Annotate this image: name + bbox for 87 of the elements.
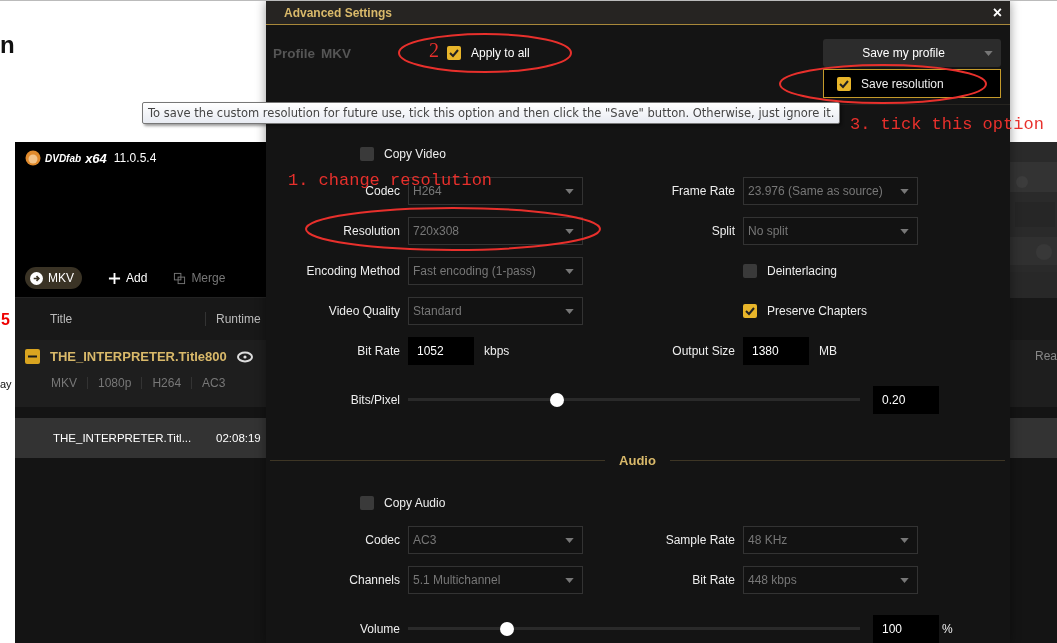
caret-icon — [565, 228, 574, 234]
field-label: Frame Rate — [670, 184, 735, 198]
input-field[interactable]: 1380 — [743, 337, 809, 365]
checkbox[interactable] — [447, 46, 461, 60]
field-label: Video Quality — [327, 304, 400, 318]
format-tag: AC3 — [202, 376, 226, 390]
field-label: Codec — [364, 533, 400, 547]
unit-label: % — [942, 622, 954, 636]
checkbox[interactable] — [360, 147, 374, 161]
checkbox[interactable] — [743, 304, 757, 318]
caret-icon — [565, 308, 574, 314]
dropdown[interactable]: 720x308 — [408, 217, 583, 245]
caret-icon — [565, 577, 574, 583]
field-label: Resolution — [342, 224, 400, 238]
save-profile-dropdown[interactable]: Save my profile — [823, 39, 1001, 67]
input-field[interactable]: 1052 — [408, 337, 474, 365]
checkbox-label: Apply to all — [471, 46, 530, 60]
profile-label: Profile — [273, 45, 315, 61]
dropdown[interactable]: 448 kbps — [743, 566, 918, 594]
plus-icon — [108, 271, 121, 285]
slider-thumb[interactable] — [500, 622, 515, 636]
input-field[interactable]: 100 — [873, 615, 939, 643]
add-button[interactable]: Add — [108, 271, 148, 285]
status-text: Rea — [1035, 349, 1057, 363]
merge-button[interactable]: Merge — [173, 271, 226, 285]
caret-icon — [565, 188, 574, 194]
section-heading: Audio — [619, 452, 656, 468]
caret-icon — [900, 228, 909, 234]
disc-icon — [236, 350, 253, 363]
caret-icon — [900, 537, 909, 543]
logo-icon — [25, 150, 41, 166]
dropdown[interactable]: 5.1 Multichannel — [408, 566, 583, 594]
app-logo: DVDfab — [45, 152, 82, 164]
unit-label: kbps — [484, 344, 510, 358]
field-label: Output Size — [671, 344, 735, 358]
checkbox-label: Copy Audio — [384, 496, 446, 510]
caret-icon — [565, 537, 574, 543]
column-header[interactable]: Runtime — [216, 312, 261, 326]
merge-icon — [173, 271, 187, 285]
annotation-text: 2 — [429, 39, 439, 62]
field-label: Volume — [358, 622, 400, 636]
step-number: 5 — [1, 311, 10, 329]
dialog-title: Advanced Settings — [284, 5, 393, 20]
dropdown[interactable]: Fast encoding (1-pass) — [408, 257, 583, 285]
profile-button[interactable]: MKV — [25, 267, 82, 289]
format-tag: MKV — [51, 376, 77, 390]
checkbox-label: Preserve Chapters — [767, 304, 868, 318]
dropdown[interactable]: Standard — [408, 297, 583, 325]
checkbox-label: Save resolution — [861, 76, 944, 91]
input-field[interactable]: 0.20 — [873, 386, 939, 414]
caret-icon — [565, 268, 574, 274]
dropdown[interactable]: 48 KHz — [743, 526, 918, 554]
checkbox[interactable] — [743, 264, 757, 278]
title-name: THE_INTERPRETER.Title800 — [50, 349, 227, 364]
profile-name: MKV — [321, 45, 351, 61]
slider-thumb[interactable] — [550, 393, 565, 407]
version-label: 11.0.5.4 — [113, 151, 157, 165]
heading-text: n — [0, 31, 15, 59]
unit-label: MB — [819, 344, 837, 358]
caret-icon — [900, 188, 909, 194]
checkbox[interactable] — [360, 496, 374, 510]
dropdown[interactable]: No split — [743, 217, 918, 245]
field-label: Bit Rate — [691, 573, 735, 587]
checkbox[interactable] — [837, 76, 851, 91]
edition-label: x64 — [85, 150, 107, 166]
dropdown[interactable]: 23.976 (Same as source) — [743, 177, 918, 205]
row-runtime: 02:08:19 — [216, 432, 261, 444]
field-label: Bit Rate — [356, 344, 400, 358]
field-label: Split — [710, 224, 735, 238]
row-title: THE_INTERPRETER.Titl... — [53, 432, 193, 444]
caret-icon — [900, 577, 909, 583]
checkbox-label: Deinterlacing — [767, 264, 838, 278]
caret-icon — [984, 50, 993, 56]
tooltip: To save the custom resolution for future use, tick this option and then click the "Save" button. Otherwise, just ignore it. — [142, 102, 841, 124]
body-text: ay — [0, 378, 12, 390]
column-header[interactable]: Title — [50, 312, 206, 326]
field-label: Bits/Pixel — [349, 393, 400, 407]
format-tag: 1080p — [98, 376, 132, 390]
field-label: Sample Rate — [664, 533, 735, 547]
dropdown[interactable]: AC3 — [408, 526, 583, 554]
field-label: Channels — [348, 573, 400, 587]
close-button[interactable]: × — [992, 4, 1002, 21]
checkbox-label: Copy Video — [384, 147, 446, 161]
collapse-toggle[interactable] — [25, 349, 40, 364]
arrow-icon — [30, 271, 43, 285]
format-tag: H264 — [152, 376, 182, 390]
field-label: Encoding Method — [305, 264, 400, 278]
